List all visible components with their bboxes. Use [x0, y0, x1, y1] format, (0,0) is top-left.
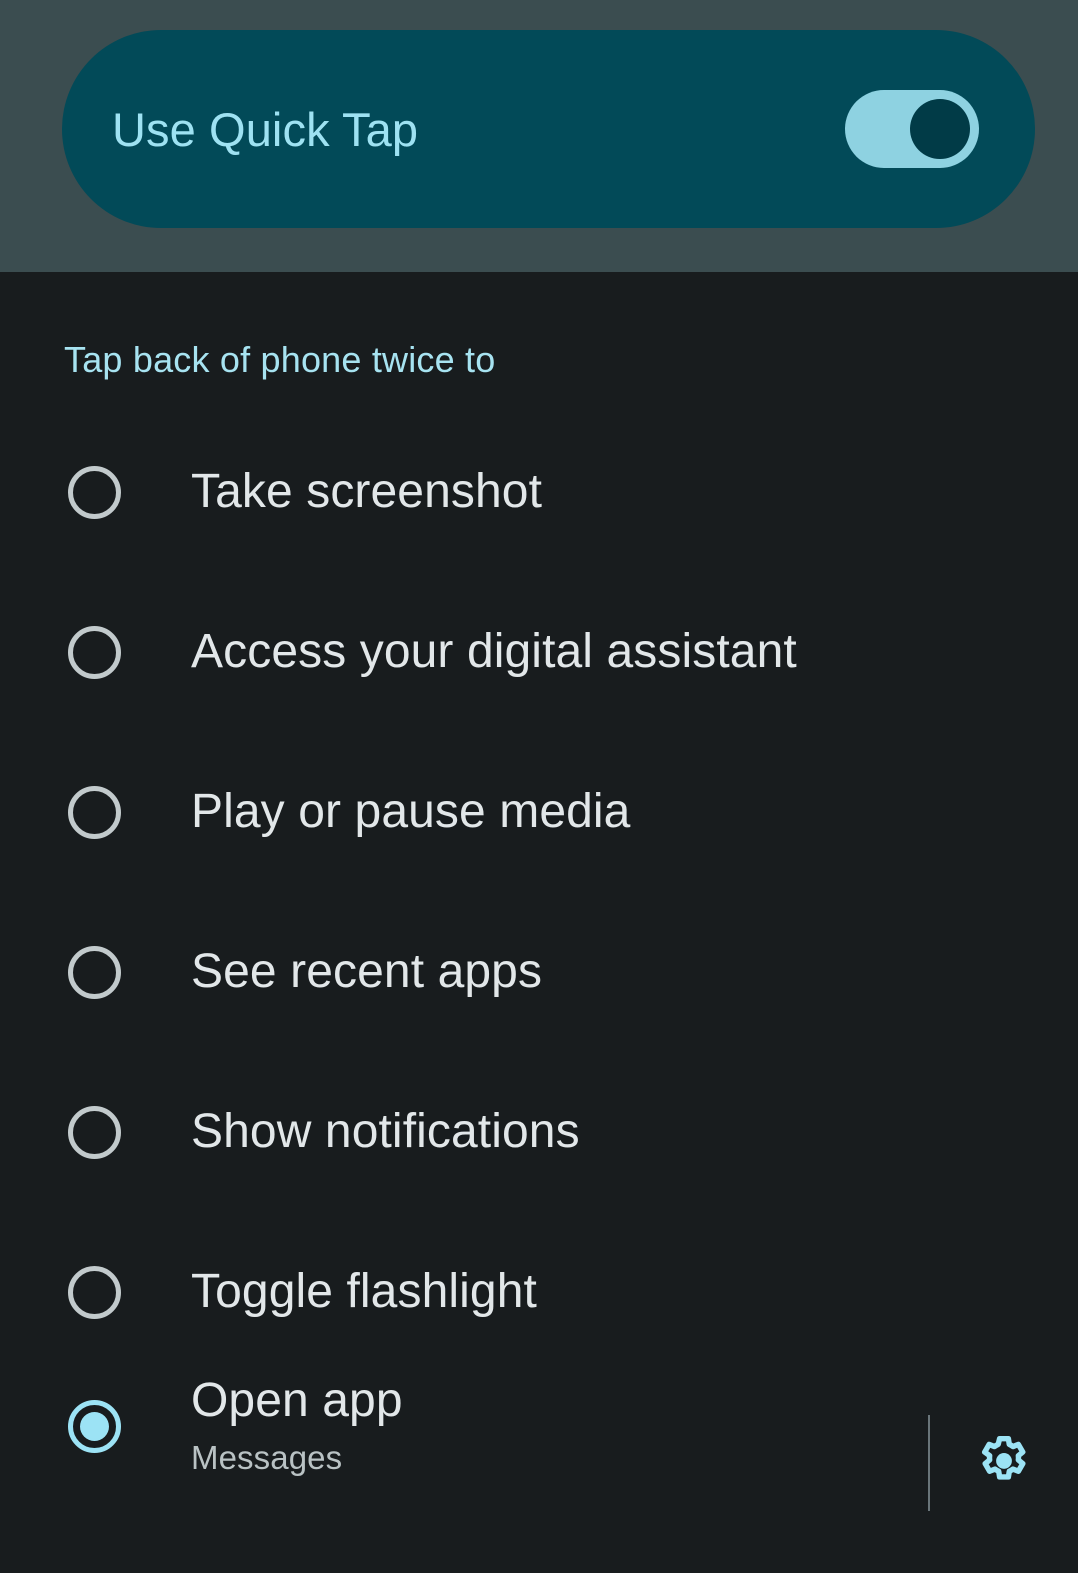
option-label: Play or pause media	[191, 785, 631, 839]
radio-unselected[interactable]	[68, 785, 121, 839]
radio-unselected[interactable]	[68, 1105, 121, 1159]
option-label: Toggle flashlight	[191, 1265, 537, 1319]
option-row[interactable]: Open app Messages	[0, 1372, 1078, 1532]
quick-tap-settings-screen: Use Quick Tap Tap back of phone twice to…	[0, 0, 1078, 1573]
option-label: Show notifications	[191, 1105, 580, 1159]
radio-unselected[interactable]	[68, 465, 121, 519]
option-row[interactable]: Toggle flashlight	[0, 1212, 1078, 1372]
radio-unselected[interactable]	[68, 625, 121, 679]
radio-selected[interactable]	[68, 1400, 121, 1453]
option-row[interactable]: Access your digital assistant	[0, 572, 1078, 732]
header-band: Use Quick Tap	[0, 0, 1078, 272]
option-texts: Take screenshot	[191, 465, 542, 519]
gear-icon[interactable]	[930, 1394, 1078, 1532]
use-quick-tap-card[interactable]: Use Quick Tap	[62, 30, 1035, 228]
section-title: Tap back of phone twice to	[64, 339, 496, 380]
toggle-thumb	[910, 99, 970, 159]
option-row[interactable]: Show notifications	[0, 1052, 1078, 1212]
option-texts: Toggle flashlight	[191, 1265, 537, 1319]
option-texts: Open app Messages	[191, 1374, 403, 1477]
radio-unselected[interactable]	[68, 1265, 121, 1319]
option-texts: Access your digital assistant	[191, 625, 797, 679]
option-row[interactable]: See recent apps	[0, 892, 1078, 1052]
quick-tap-action-list: Take screenshot Access your digital assis…	[0, 412, 1078, 1532]
option-label: Take screenshot	[191, 465, 543, 519]
option-subtitle: Messages	[191, 1438, 343, 1476]
option-label: Access your digital assistant	[191, 625, 797, 679]
option-row[interactable]: Play or pause media	[0, 732, 1078, 892]
row-trailing-actions	[928, 1394, 1078, 1532]
use-quick-tap-label: Use Quick Tap	[112, 102, 419, 156]
option-row[interactable]: Take screenshot	[0, 412, 1078, 572]
radio-unselected[interactable]	[68, 945, 121, 999]
option-texts: Show notifications	[191, 1105, 580, 1159]
option-texts: Play or pause media	[191, 785, 630, 839]
option-texts: See recent apps	[191, 945, 542, 999]
use-quick-tap-toggle[interactable]	[845, 90, 979, 168]
option-label: Open app	[191, 1374, 403, 1427]
option-label: See recent apps	[191, 945, 543, 999]
